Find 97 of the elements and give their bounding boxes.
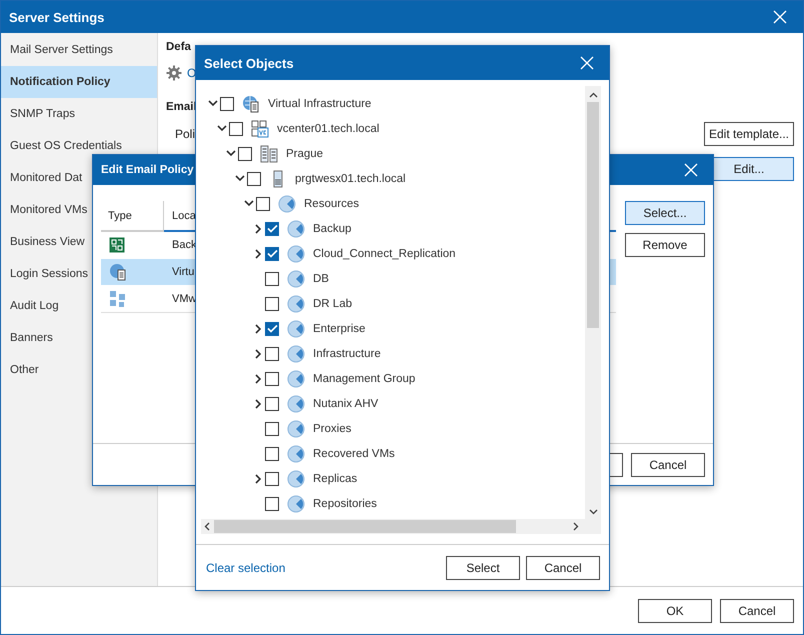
resource-pool-icon <box>287 220 305 238</box>
dialog-button[interactable]: Cancel <box>631 452 705 476</box>
tree-item[interactable]: Repositories <box>313 498 377 510</box>
button[interactable]: Edit template... <box>704 122 794 146</box>
tree-item[interactable]: Proxies <box>313 422 352 434</box>
tree-item[interactable]: Backup <box>313 222 352 234</box>
tree-item[interactable]: Recovered VMs <box>313 448 395 460</box>
resource-pool-icon <box>287 444 305 462</box>
scroll-left-icon[interactable] <box>204 522 210 531</box>
chevron-right-icon[interactable] <box>254 374 262 384</box>
checkbox[interactable] <box>265 296 279 310</box>
globe-server-icon <box>109 263 127 281</box>
close-icon[interactable] <box>773 10 787 24</box>
button[interactable]: Select... <box>625 201 705 225</box>
checkbox[interactable] <box>265 396 279 410</box>
chevron-right-icon[interactable] <box>254 474 262 484</box>
checkbox[interactable] <box>265 346 279 360</box>
sidebar-item[interactable]: Mail Server Settings <box>1 34 157 66</box>
column-header[interactable]: Type <box>101 201 164 230</box>
chevron-down-icon[interactable] <box>208 100 218 107</box>
sidebar-item[interactable]: Notification Policy <box>1 66 157 98</box>
checkbox[interactable] <box>265 496 279 510</box>
checkbox[interactable] <box>247 172 261 186</box>
resource-pool-icon <box>287 370 305 388</box>
resource-pool-icon <box>287 394 305 412</box>
checkbox[interactable] <box>265 446 279 460</box>
table-cell: Virtu <box>172 266 194 278</box>
resource-pool-icon <box>287 244 305 262</box>
checkbox[interactable] <box>265 222 279 236</box>
chevron-right-icon[interactable] <box>254 248 262 258</box>
chevron-down-icon[interactable] <box>235 175 245 182</box>
tree-item[interactable]: Prague <box>286 148 324 160</box>
dialog-title: Edit Email Policy <box>101 164 194 176</box>
checkbox[interactable] <box>265 472 279 486</box>
chevron-right-icon[interactable] <box>254 398 262 408</box>
checkbox[interactable] <box>265 322 279 336</box>
tree-item[interactable]: Nutanix AHV <box>313 398 378 410</box>
table-cell: Back <box>172 239 196 251</box>
resource-pool-icon <box>287 270 305 288</box>
vertical-scrollbar[interactable] <box>585 86 601 519</box>
chevron-down-icon[interactable] <box>226 150 236 157</box>
resource-pool-icon <box>278 194 296 212</box>
network-nodes-icon <box>109 290 127 308</box>
sidebar-item[interactable]: SNMP Traps <box>1 98 157 130</box>
sidebar-item[interactable]: Guest OS Credentials <box>1 130 157 162</box>
resource-pool-icon <box>287 320 305 338</box>
tree-item[interactable]: Virtual Infrastructure <box>268 98 372 110</box>
checkbox[interactable] <box>256 196 270 210</box>
dialog-title: Select Objects <box>204 56 294 70</box>
dialog-button[interactable]: Cancel <box>526 556 600 580</box>
section-heading: Defa <box>166 41 191 53</box>
tree-item[interactable]: vcenter01.tech.local <box>277 122 380 134</box>
tree-item[interactable]: DB <box>313 272 329 284</box>
resource-pool-icon <box>287 294 305 312</box>
resource-pool-icon <box>287 420 305 438</box>
resource-pool-icon <box>287 344 305 362</box>
close-icon[interactable] <box>580 56 594 70</box>
checkbox[interactable] <box>238 146 252 160</box>
tree-item[interactable]: Management Group <box>313 372 416 384</box>
close-icon[interactable] <box>684 163 698 177</box>
tree-item[interactable]: Infrastructure <box>313 348 381 360</box>
chevron-down-icon[interactable] <box>217 125 227 132</box>
scroll-right-icon[interactable] <box>573 522 579 531</box>
chevron-right-icon[interactable] <box>254 224 262 234</box>
checkbox[interactable] <box>265 372 279 386</box>
tree-item[interactable]: DR Lab <box>313 298 352 310</box>
field-label: Poli <box>175 127 196 141</box>
scroll-up-icon[interactable] <box>588 92 598 98</box>
server-rack-icon <box>260 144 278 162</box>
window-title: Server Settings <box>9 10 104 24</box>
chevron-right-icon[interactable] <box>254 348 262 358</box>
backup-server-icon <box>109 237 125 253</box>
server-group-icon <box>251 120 269 138</box>
tree-item[interactable]: prgtwesx01.tech.local <box>295 172 406 184</box>
checkbox[interactable] <box>229 122 243 136</box>
table-cell: VMw <box>172 293 196 305</box>
tree-item[interactable]: Enterprise <box>313 322 366 334</box>
button[interactable]: Remove <box>625 233 705 257</box>
checkbox[interactable] <box>220 96 234 110</box>
resource-pool-icon <box>287 494 305 512</box>
chevron-down-icon[interactable] <box>244 200 254 207</box>
globe-server-icon <box>242 94 260 112</box>
dialog-button[interactable]: Cancel <box>720 598 794 622</box>
tree-item[interactable]: Cloud_Connect_Replication <box>313 248 456 260</box>
checkbox[interactable] <box>265 272 279 286</box>
checkbox[interactable] <box>265 246 279 260</box>
dialog-button[interactable]: Select <box>446 556 520 580</box>
tree-item[interactable]: Replicas <box>313 472 358 484</box>
gear-icon <box>166 65 182 81</box>
resource-pool-icon <box>287 470 305 488</box>
scroll-down-icon[interactable] <box>588 509 598 515</box>
chevron-right-icon[interactable] <box>254 324 262 334</box>
checkbox[interactable] <box>265 422 279 436</box>
tree-item[interactable]: Resources <box>304 198 359 210</box>
horizontal-scrollbar[interactable] <box>201 519 601 534</box>
clear-selection-link[interactable]: Clear selection <box>206 560 286 574</box>
dialog-button[interactable]: OK <box>638 598 712 622</box>
